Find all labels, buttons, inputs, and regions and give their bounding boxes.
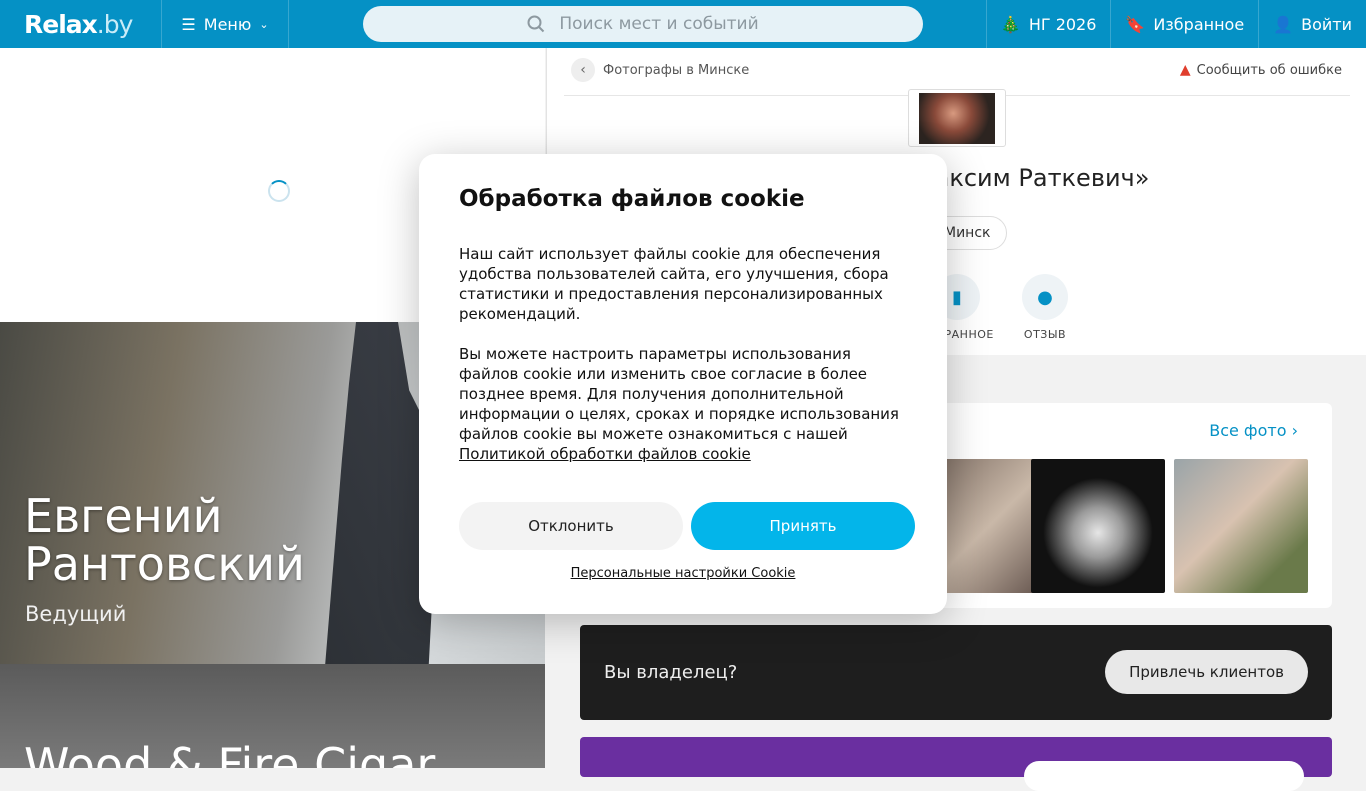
cookie-title: Обработка файлов cookie <box>459 186 805 212</box>
accept-button[interactable]: Принять <box>691 502 915 550</box>
cookie-settings-link[interactable]: Персональные настройки Cookie <box>419 566 947 581</box>
cookie-text-1: Наш сайт использует файлы cookie для обе… <box>459 245 889 323</box>
cookie-buttons: Отклонить Принять <box>459 502 915 550</box>
cookie-text-2: Вы можете настроить параметры использова… <box>459 344 907 464</box>
cookie-policy-link[interactable]: Политикой обработки файлов cookie <box>459 445 751 463</box>
decline-button[interactable]: Отклонить <box>459 502 683 550</box>
cookie-text-2-body: Вы можете настроить параметры использова… <box>459 345 899 443</box>
cookie-dialog: Обработка файлов cookie Наш сайт использ… <box>419 154 947 614</box>
